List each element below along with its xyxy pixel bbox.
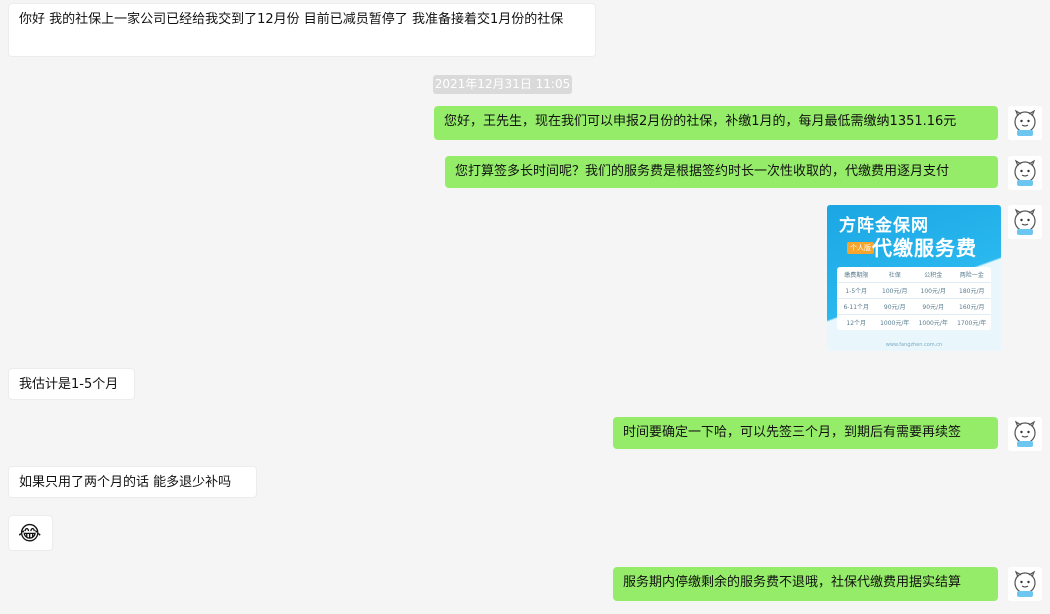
laughing-emoji-icon: 😂 xyxy=(18,521,42,545)
message-text: 您打算签多长时间呢？我们的服务费是根据签约时长一次性收取的，代缴费用逐月支付 xyxy=(455,164,950,179)
message-bubble-received[interactable]: 😂 xyxy=(8,515,53,551)
message-text: 您好，王先生，现在我们可以申报2月份的社保，补缴1月的，每月最低需缴纳1351.… xyxy=(444,114,957,129)
price-table-header: 缴费期限 社保 公积金 两险一金 xyxy=(837,267,991,283)
table-cell: 1700元/年 xyxy=(957,320,987,327)
cartoon-avatar-icon xyxy=(1008,106,1042,140)
message-bubble-sent[interactable]: 服务期内停缴剩余的服务费不退哦，社保代缴费用据实结算 xyxy=(613,567,998,601)
table-row: 6-11个月 90元/月 90元/月 160元/月 xyxy=(837,299,991,315)
avatar[interactable] xyxy=(1008,156,1042,190)
image-subtitle: 代缴服务费 xyxy=(872,236,977,260)
table-cell: 1000元/年 xyxy=(918,320,948,327)
price-table: 缴费期限 社保 公积金 两险一金 1-5个月 100元/月 100元/月 180… xyxy=(837,267,991,330)
table-cell: 100元/月 xyxy=(882,288,908,295)
message-text: 你好 我的社保上一家公司已经给我交到了12月份 目前已减员暂停了 我准备接着交1… xyxy=(19,12,564,27)
table-cell: 6-11个月 xyxy=(843,304,870,311)
avatar[interactable] xyxy=(1008,417,1042,451)
table-cell: 180元/月 xyxy=(959,288,985,295)
table-cell: 100元/月 xyxy=(920,288,946,295)
message-bubble-sent[interactable]: 时间要确定一下哈，可以先签三个月，到期后有需要再续签 xyxy=(613,417,998,449)
table-header-cell: 社保 xyxy=(888,272,901,279)
table-cell: 90元/月 xyxy=(922,304,945,311)
table-cell: 160元/月 xyxy=(959,304,985,311)
message-bubble-received[interactable]: 我估计是1-5个月 xyxy=(8,368,135,400)
table-header-cell: 缴费期限 xyxy=(844,272,869,279)
message-bubble-received[interactable]: 你好 我的社保上一家公司已经给我交到了12月份 目前已减员暂停了 我准备接着交1… xyxy=(8,3,596,57)
image-badge: 个人版 xyxy=(847,242,874,254)
cartoon-avatar-icon xyxy=(1008,205,1042,239)
image-message[interactable]: 方阵金保网 个人版 代缴服务费 缴费期限 社保 公积金 两险一金 1-5个月 1… xyxy=(827,205,1001,351)
message-text: 如果只用了两个月的话 能多退少补吗 xyxy=(19,475,232,490)
message-bubble-sent[interactable]: 您打算签多长时间呢？我们的服务费是根据签约时长一次性收取的，代缴费用逐月支付 xyxy=(445,156,998,188)
avatar[interactable] xyxy=(1008,106,1042,140)
message-text: 服务期内停缴剩余的服务费不退哦，社保代缴费用据实结算 xyxy=(623,575,962,590)
message-bubble-sent[interactable]: 您好，王先生，现在我们可以申报2月份的社保，补缴1月的，每月最低需缴纳1351.… xyxy=(434,106,998,140)
avatar[interactable] xyxy=(1008,567,1042,601)
message-text: 我估计是1-5个月 xyxy=(19,377,119,392)
avatar[interactable] xyxy=(1008,205,1042,239)
message-text: 时间要确定一下哈，可以先签三个月，到期后有需要再续签 xyxy=(623,425,962,440)
cartoon-avatar-icon xyxy=(1008,417,1042,451)
table-row: 12个月 1000元/年 1000元/年 1700元/年 xyxy=(837,315,991,330)
table-cell: 1000元/年 xyxy=(880,320,910,327)
table-cell: 1-5个月 xyxy=(845,288,868,295)
timestamp: 2021年12月31日 11:05 xyxy=(433,75,572,94)
table-header-cell: 公积金 xyxy=(924,272,943,279)
cartoon-avatar-icon xyxy=(1008,156,1042,190)
table-cell: 90元/月 xyxy=(883,304,906,311)
table-row: 1-5个月 100元/月 100元/月 180元/月 xyxy=(837,283,991,299)
table-header-cell: 两险一金 xyxy=(959,272,984,279)
image-footer: www.fangzhen.com.cn xyxy=(885,342,943,348)
cartoon-avatar-icon xyxy=(1008,567,1042,601)
message-bubble-received[interactable]: 如果只用了两个月的话 能多退少补吗 xyxy=(8,466,257,498)
table-cell: 12个月 xyxy=(846,320,867,327)
